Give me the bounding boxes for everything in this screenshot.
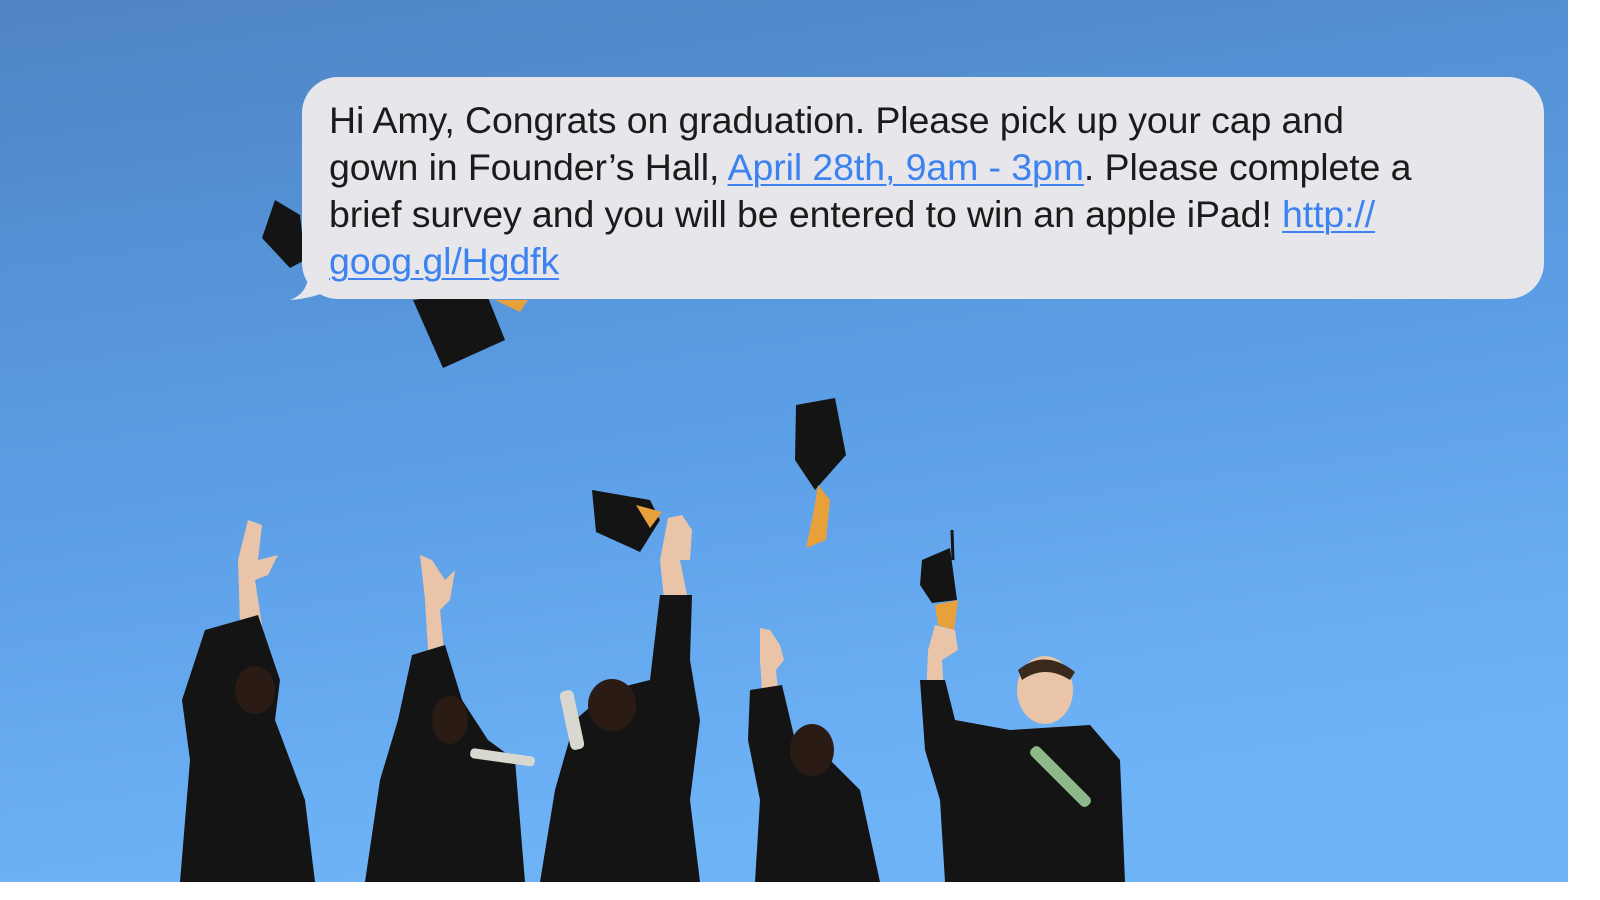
survey-link-continued[interactable]: goog.gl/Hgdfk — [329, 240, 559, 282]
message-text: Hi Amy, Congrats on graduation. Please p… — [329, 99, 1344, 141]
message-text: gown in Founder’s Hall, — [329, 146, 728, 188]
message-line: goog.gl/Hgdfk — [329, 238, 1518, 285]
message-line: gown in Founder’s Hall, April 28th, 9am … — [329, 144, 1518, 191]
date-link[interactable]: April 28th, 9am - 3pm — [728, 146, 1084, 188]
message-bubble[interactable]: Hi Amy, Congrats on graduation. Please p… — [302, 77, 1544, 299]
message-line: brief survey and you will be entered to … — [329, 191, 1518, 238]
message-line: Hi Amy, Congrats on graduation. Please p… — [329, 97, 1518, 144]
message-text: brief survey and you will be entered to … — [329, 193, 1283, 235]
message-text: . Please complete a — [1083, 146, 1412, 188]
survey-link[interactable]: http:// — [1282, 193, 1375, 235]
